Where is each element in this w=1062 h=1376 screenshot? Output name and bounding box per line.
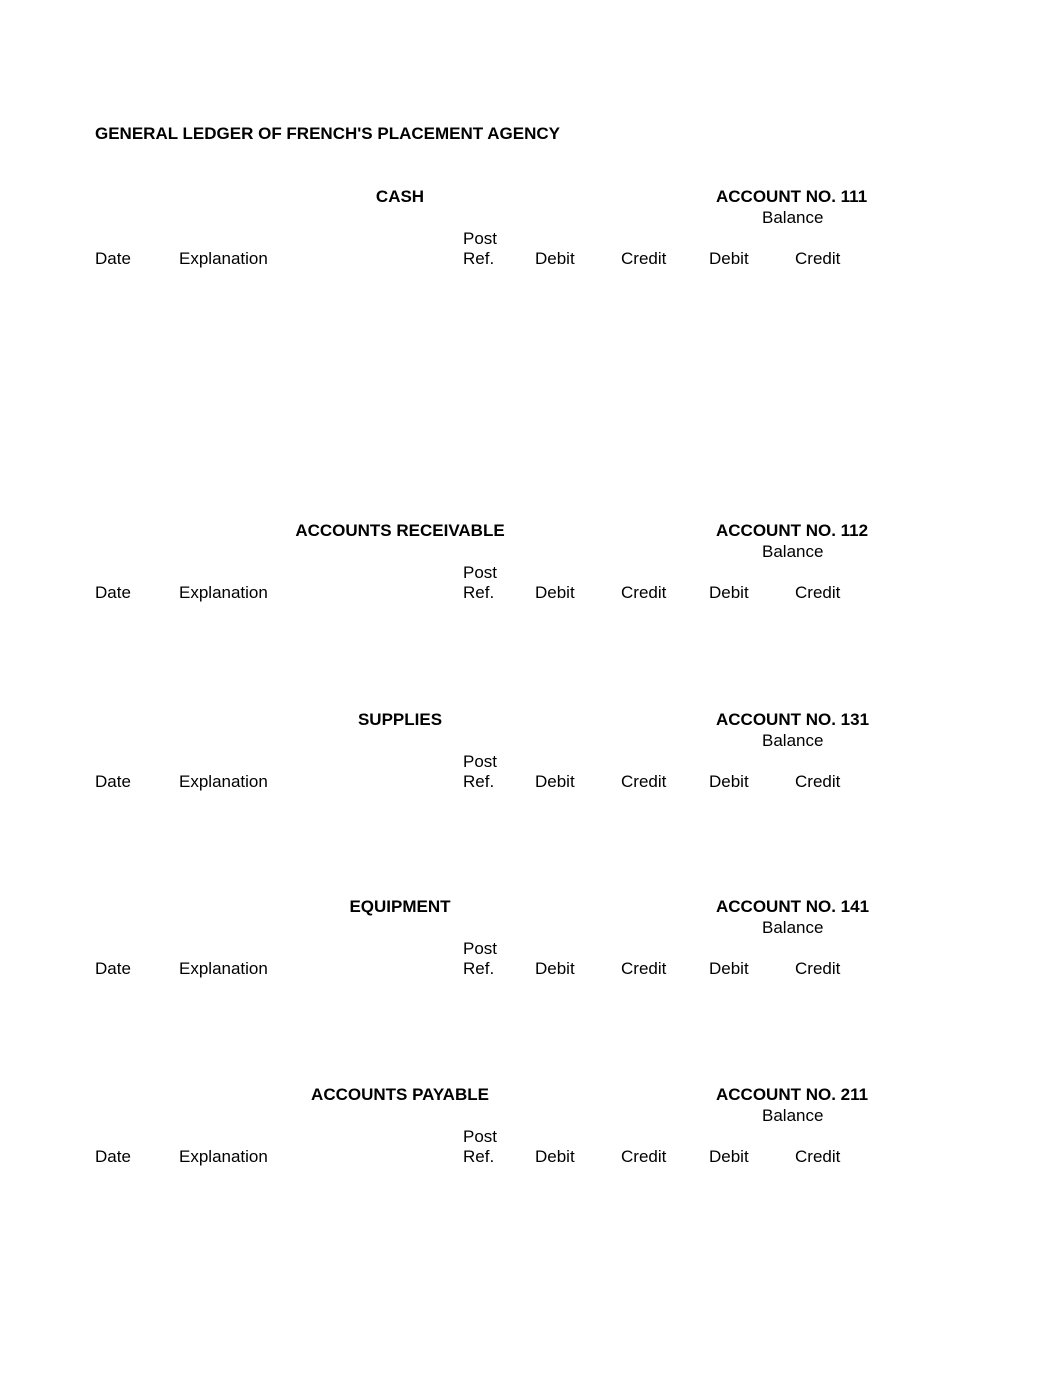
date-header: Date (95, 249, 131, 268)
post-header: Post (463, 229, 498, 248)
credit-header: Credit (621, 772, 667, 791)
account-name: SUPPLIES (357, 710, 443, 729)
debit-header: Debit (535, 959, 575, 978)
explanation-header: Explanation (179, 772, 268, 791)
account-number: ACCOUNT NO. 141 (716, 897, 870, 916)
account-number: ACCOUNT NO. 111 (716, 187, 868, 206)
date-header: Date (95, 772, 131, 791)
balance-credit-header: Credit (795, 959, 841, 978)
account-number: ACCOUNT NO. 211 (716, 1085, 869, 1104)
balance-credit-header: Credit (795, 772, 841, 791)
ref-header: Ref. (463, 249, 495, 268)
explanation-header: Explanation (179, 583, 268, 602)
explanation-header: Explanation (179, 249, 268, 268)
date-header: Date (95, 959, 131, 978)
debit-header: Debit (535, 583, 575, 602)
balance-header: Balance (762, 208, 824, 227)
post-header: Post (463, 563, 498, 582)
account-name: EQUIPMENT (349, 897, 451, 916)
balance-debit-header: Debit (709, 959, 749, 978)
post-header: Post (463, 752, 498, 771)
debit-header: Debit (535, 1147, 575, 1166)
explanation-header: Explanation (179, 1147, 268, 1166)
date-header: Date (95, 1147, 131, 1166)
ref-header: Ref. (463, 1147, 495, 1166)
post-header: Post (463, 1127, 498, 1146)
balance-header: Balance (762, 1106, 824, 1125)
ledger-title: GENERAL LEDGER OF FRENCH'S PLACEMENT AGE… (95, 124, 560, 143)
balance-header: Balance (762, 918, 824, 937)
balance-debit-header: Debit (709, 583, 749, 602)
account-section-accounts-payable: ACCOUNTS PAYABLE ACCOUNT NO. 211 Balance… (0, 1086, 1062, 1176)
balance-credit-header: Credit (795, 1147, 841, 1166)
date-header: Date (95, 583, 131, 602)
explanation-header: Explanation (179, 959, 268, 978)
credit-header: Credit (621, 959, 667, 978)
debit-header: Debit (535, 772, 575, 791)
account-section-supplies: SUPPLIES ACCOUNT NO. 131 Balance Post Da… (0, 711, 1062, 801)
post-header: Post (463, 939, 498, 958)
balance-header: Balance (762, 731, 824, 750)
account-section-equipment: EQUIPMENT ACCOUNT NO. 141 Balance Post D… (0, 898, 1062, 988)
balance-debit-header: Debit (709, 1147, 749, 1166)
account-number: ACCOUNT NO. 112 (716, 521, 869, 540)
balance-debit-header: Debit (709, 249, 749, 268)
account-section-cash: CASH ACCOUNT NO. 111 Balance Post Date E… (0, 188, 1062, 278)
balance-credit-header: Credit (795, 249, 841, 268)
credit-header: Credit (621, 583, 667, 602)
account-section-accounts-receivable: ACCOUNTS RECEIVABLE ACCOUNT NO. 112 Bala… (0, 522, 1062, 612)
debit-header: Debit (535, 249, 575, 268)
account-name: ACCOUNTS PAYABLE (311, 1085, 489, 1104)
credit-header: Credit (621, 1147, 667, 1166)
ref-header: Ref. (463, 772, 495, 791)
account-number: ACCOUNT NO. 131 (716, 710, 870, 729)
ref-header: Ref. (463, 959, 495, 978)
balance-debit-header: Debit (709, 772, 749, 791)
credit-header: Credit (621, 249, 667, 268)
balance-header: Balance (762, 542, 824, 561)
account-name: ACCOUNTS RECEIVABLE (295, 521, 505, 540)
account-name: CASH (375, 187, 425, 206)
balance-credit-header: Credit (795, 583, 841, 602)
ref-header: Ref. (463, 583, 495, 602)
